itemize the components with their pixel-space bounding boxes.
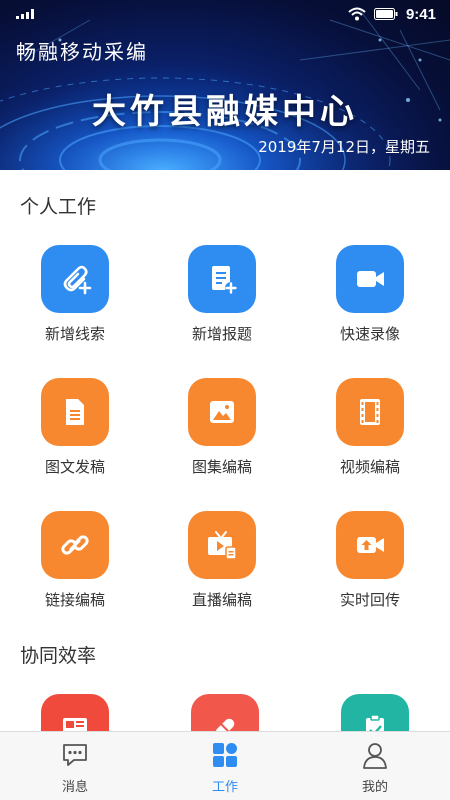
paperclip-add-icon [63,265,92,295]
text-image-post-button[interactable]: 图文发稿 [0,378,150,488]
tile-new-clue [41,245,109,313]
status-bar: 9:41 [0,0,450,28]
status-time: 9:41 [405,5,436,23]
tab-messages-label: 消息 [61,780,88,795]
document-add-icon [212,266,237,294]
tile-collab-pill [191,694,259,731]
section-title-personal: 个人工作 [20,196,97,218]
tile-gallery-edit [188,378,256,446]
battery-icon [373,8,398,20]
collab-item-clipboard[interactable] [300,694,450,731]
person-icon [363,743,387,769]
new-clue-button[interactable]: 新增线索 [0,245,150,355]
video-edit-button[interactable]: 视频编稿 [295,378,445,488]
bottom-tab-bar: 消息 工作 我的 [0,731,450,800]
tile-text-image-post [41,378,109,446]
pill-icon [215,718,235,731]
signal-icon [16,9,34,19]
tab-work[interactable]: 工作 [150,732,300,800]
tile-live-edit [188,511,256,579]
collab-item-news[interactable] [0,694,150,731]
tile-video-edit [336,378,404,446]
collab-item-pill[interactable] [150,694,300,731]
tile-new-topic [188,245,256,313]
newspaper-icon [63,718,87,731]
video-camera-icon [357,271,384,287]
apps-grid-icon [213,743,237,767]
wifi-icon [348,7,366,21]
tab-mine[interactable]: 我的 [300,732,450,800]
document-icon [66,399,84,425]
app-title: 畅融移动采编 [16,40,148,64]
banner-title: 大竹县融媒中心 [92,92,358,132]
gallery-edit-button[interactable]: 图集编稿 [147,378,297,488]
clipboard-check-icon [366,714,384,731]
live-edit-button[interactable]: 直播编稿 [147,511,297,621]
date-label: 2019年7月12日，星期五 [258,138,430,156]
tab-mine-label: 我的 [361,780,388,795]
link-icon [61,535,89,555]
tile-quick-record [336,245,404,313]
link-edit-button[interactable]: 链接编稿 [0,511,150,621]
live-upload-label: 实时回传 [339,591,400,609]
tile-collab-news [41,694,109,731]
tile-link-edit [41,511,109,579]
quick-record-label: 快速录像 [339,325,400,343]
section-title-collab: 协同效率 [20,645,97,667]
gallery-edit-label: 图集编稿 [191,458,252,476]
film-strip-icon [360,399,380,425]
link-edit-label: 链接编稿 [44,591,105,609]
tile-collab-clipboard [341,694,409,731]
text-image-post-label: 图文发稿 [44,458,105,476]
quick-record-button[interactable]: 快速录像 [295,245,445,355]
tab-messages[interactable]: 消息 [0,732,150,800]
new-topic-button[interactable]: 新增报题 [147,245,297,355]
chat-bubble-icon [63,744,87,766]
collab-row [0,694,450,731]
new-topic-label: 新增报题 [191,325,252,343]
tab-work-label: 工作 [211,780,238,795]
tile-live-upload [336,511,404,579]
live-upload-button[interactable]: 实时回传 [295,511,445,621]
live-edit-label: 直播编稿 [191,591,252,609]
header-banner: 9:41 畅融移动采编 大竹县融媒中心 2019年7月12日，星期五 [0,0,450,170]
new-clue-label: 新增线索 [44,325,105,343]
image-icon [210,401,234,423]
upload-video-icon [357,537,384,553]
video-edit-label: 视频编稿 [339,458,400,476]
tv-icon [208,531,237,560]
